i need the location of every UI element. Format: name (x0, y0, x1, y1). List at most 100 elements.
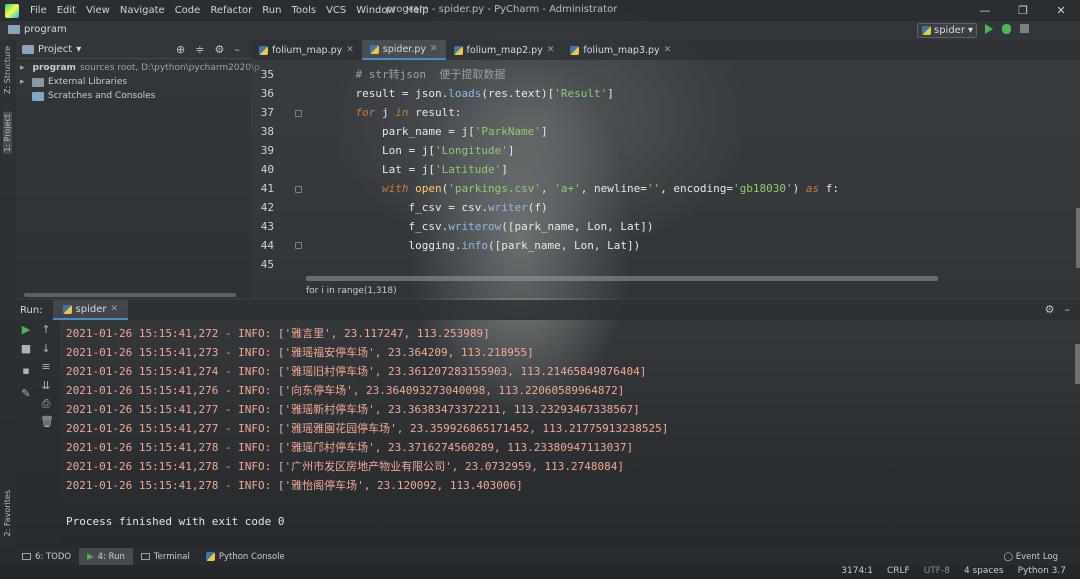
hide-icon[interactable]: – (234, 43, 240, 56)
menu-refactor[interactable]: Refactor (205, 5, 257, 16)
code-line[interactable]: 43 f_csv.writerow([park_name, Lon, Lat]) (251, 217, 1080, 236)
terminal-tool-button[interactable]: Terminal (133, 552, 198, 562)
tab-folium-map3[interactable]: folium_map3.py ✕ (562, 40, 679, 60)
scroll-down-icon[interactable]: ↓ (40, 343, 52, 355)
code-line[interactable]: 45 (251, 255, 1080, 274)
python-console-tool-button[interactable]: Python Console (198, 552, 293, 562)
menu-vcs[interactable]: VCS (321, 5, 351, 16)
gear-icon[interactable]: ⚙ (1045, 303, 1055, 316)
menu-code[interactable]: Code (170, 5, 206, 16)
close-icon[interactable]: ✕ (430, 44, 438, 54)
run-icon: ▶ (87, 551, 94, 562)
project-tool-tab[interactable]: 1: Project (3, 112, 12, 154)
run-tab-spider[interactable]: spider ✕ (52, 300, 129, 320)
locate-icon[interactable]: ⊕ (176, 43, 185, 56)
code-line[interactable]: 35 # str转json 便于提取数据 (251, 65, 1080, 84)
code-line[interactable]: 44 logging.info([park_name, Lon, Lat]) (251, 236, 1080, 255)
scroll-to-end-icon[interactable]: ⇊ (40, 380, 52, 392)
chevron-right-icon[interactable]: ▸ (20, 77, 28, 87)
menu-run[interactable]: Run (257, 5, 286, 16)
tool-label: Terminal (153, 551, 190, 562)
layout-icon[interactable]: ▪ (20, 365, 32, 377)
tree-item-external-libraries[interactable]: ▸ External Libraries (16, 75, 251, 89)
stop-icon[interactable] (1020, 24, 1029, 33)
code-breadcrumb[interactable]: for i in range(1,318) (306, 286, 397, 296)
tree-item-scratches[interactable]: Scratches and Consoles (16, 89, 251, 103)
code-text: Lat = j['Latitude'] (329, 163, 508, 176)
code-editor[interactable]: 35 # str转json 便于提取数据 36 result = json.loa… (251, 60, 1080, 298)
scroll-up-icon[interactable]: ↑ (40, 324, 52, 336)
fold-icon[interactable] (295, 186, 302, 193)
indent-setting[interactable]: 4 spaces (964, 566, 1004, 576)
horizontal-scrollbar[interactable] (24, 293, 236, 297)
menu-tools[interactable]: Tools (286, 5, 321, 16)
code-line[interactable]: 42 f_csv = csv.writer(f) (251, 198, 1080, 217)
close-button[interactable]: ✕ (1042, 0, 1080, 21)
trash-icon[interactable]: 🗑 (40, 416, 54, 428)
code-line[interactable]: 41 with open('parkings.csv', 'a+', newli… (251, 179, 1080, 198)
favorites-tool-tab[interactable]: 2: Favorites (3, 490, 12, 536)
run-configuration-select[interactable]: spider ▾ (917, 23, 977, 38)
close-icon[interactable]: ✕ (111, 304, 119, 314)
menu-view[interactable]: View (81, 5, 115, 16)
debug-icon[interactable] (1002, 24, 1011, 34)
tab-spider[interactable]: spider.py ✕ (361, 40, 446, 60)
todo-tool-button[interactable]: 6: TODO (14, 552, 79, 562)
restore-button[interactable]: ❐ (1004, 0, 1042, 21)
fold-icon[interactable] (295, 110, 302, 117)
print-icon[interactable]: ⎙ (40, 398, 52, 410)
tab-label: folium_map.py (272, 44, 343, 56)
console-line: 2021-01-26 15:15:41,278 - INFO: ['广州市发区房… (66, 460, 624, 473)
tree-item-label: program (32, 63, 76, 73)
console-line: 2021-01-26 15:15:41,273 - INFO: ['雅瑶福安停车… (66, 346, 534, 359)
code-line[interactable]: 37 for j in result: (251, 103, 1080, 122)
chevron-right-icon[interactable]: ▸ (20, 63, 25, 73)
code-line[interactable]: 40 Lat = j['Latitude'] (251, 160, 1080, 179)
code-text: # str转json 便于提取数据 (329, 68, 506, 81)
folder-icon (22, 44, 34, 54)
code-line[interactable]: 36 result = json.loads(res.text)['Result… (251, 84, 1080, 103)
event-log-button[interactable]: ◯ Event Log (1004, 552, 1058, 562)
close-icon[interactable]: ✕ (664, 45, 672, 55)
file-encoding[interactable]: UTF-8 (924, 566, 950, 576)
tab-folium-map2[interactable]: folium_map2.py ✕ (446, 40, 563, 60)
editor-tabs: folium_map.py ✕ spider.py ✕ folium_map2.… (251, 40, 1080, 60)
vertical-scrollbar[interactable] (1076, 208, 1080, 268)
minimize-button[interactable]: — (966, 0, 1004, 21)
vertical-scrollbar[interactable] (1075, 344, 1080, 384)
project-view-select[interactable]: Project (38, 44, 72, 55)
line-number: 35 (260, 68, 274, 81)
menu-edit[interactable]: Edit (52, 5, 81, 16)
line-number: 42 (260, 201, 274, 214)
caret-position[interactable]: 3174:1 (841, 566, 873, 576)
rerun-icon[interactable]: ▶ (20, 324, 32, 336)
run-icon[interactable] (985, 24, 993, 34)
code-line[interactable]: 39 Lon = j['Longitude'] (251, 141, 1080, 160)
code-line[interactable]: 38 park_name = j['ParkName'] (251, 122, 1080, 141)
line-number: 44 (260, 239, 274, 252)
gear-icon[interactable]: ⚙ (214, 43, 224, 56)
menu-navigate[interactable]: Navigate (115, 5, 170, 16)
soft-wrap-icon[interactable]: ≡ (40, 361, 52, 373)
python-interpreter[interactable]: Python 3.7 (1018, 566, 1066, 576)
menu-file[interactable]: File (25, 5, 52, 16)
stop-icon[interactable]: ■ (20, 343, 32, 355)
tree-item-program[interactable]: ▸ program sources root, D:\python\pychar… (16, 61, 260, 75)
run-label: Run: (20, 304, 43, 316)
title-bar: File Edit View Navigate Code Refactor Ru… (0, 0, 1080, 21)
tab-folium-map[interactable]: folium_map.py ✕ (251, 40, 362, 60)
run-tool-button[interactable]: ▶ 4: Run (79, 548, 133, 565)
close-icon[interactable]: ✕ (547, 45, 555, 55)
project-breadcrumb[interactable]: program (8, 24, 67, 35)
collapse-icon[interactable]: ≑ (195, 43, 204, 56)
structure-tool-tab[interactable]: Z: Structure (3, 46, 12, 94)
hide-icon[interactable]: – (1065, 303, 1071, 316)
horizontal-scrollbar[interactable] (306, 276, 938, 281)
run-console[interactable]: 2021-01-26 15:15:41,272 - INFO: ['雅言里', … (60, 320, 1080, 548)
close-icon[interactable]: ✕ (346, 45, 354, 55)
chevron-down-icon[interactable]: ▾ (76, 44, 81, 55)
line-number: 39 (260, 144, 274, 157)
line-separator[interactable]: CRLF (887, 566, 910, 576)
fold-icon[interactable] (295, 242, 302, 249)
pin-icon[interactable]: ✎ (20, 388, 32, 400)
